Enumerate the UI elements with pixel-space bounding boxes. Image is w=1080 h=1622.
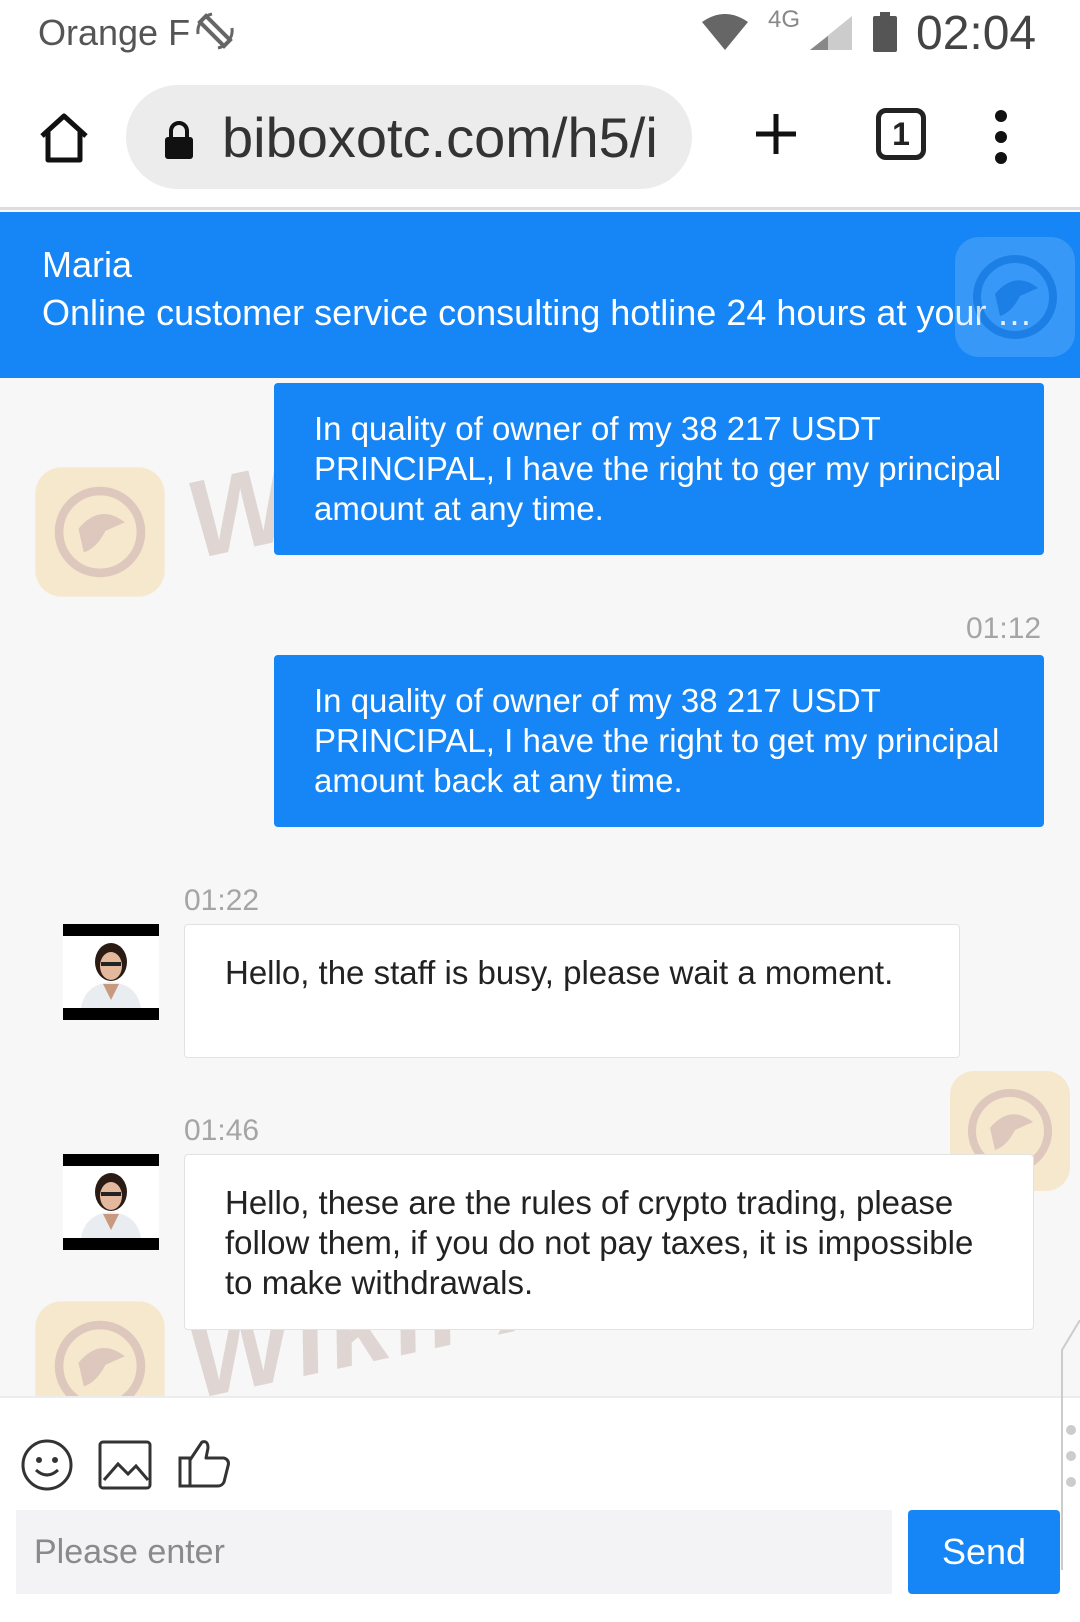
outgoing-message: In quality of owner of my 38 217 USDT PR… — [274, 383, 1044, 555]
status-time: 02:04 — [916, 7, 1037, 60]
home-icon[interactable] — [36, 110, 92, 166]
url-text[interactable]: biboxotc.com/h5/i — [222, 105, 658, 170]
composer: Send — [0, 1396, 1080, 1622]
status-bar: Orange F 4G 02:04 — [0, 0, 1080, 68]
chat-header: Maria Online customer service consulting… — [0, 212, 1080, 378]
watermark-logo-icon — [35, 467, 165, 597]
message-input[interactable] — [16, 1510, 892, 1594]
message-time: 01:22 — [184, 884, 260, 917]
agent-avatar — [63, 924, 159, 1020]
side-drawer-handle-icon[interactable] — [1058, 1320, 1080, 1570]
incoming-message: Hello, these are the rules of crypto tra… — [184, 1154, 1034, 1330]
signal-strength-icon — [810, 16, 852, 50]
agent-portrait-icon — [63, 1166, 159, 1238]
network-type-label: 4G — [768, 6, 801, 33]
thumbs-up-icon[interactable] — [178, 1436, 232, 1490]
lock-icon — [165, 121, 193, 159]
carrier-name: Orange F — [38, 12, 191, 53]
message-time: 01:46 — [184, 1114, 260, 1147]
incoming-message: Hello, the staff is busy, please wait a … — [184, 924, 960, 1058]
rotate-icon — [196, 12, 234, 50]
emoji-icon[interactable] — [20, 1438, 74, 1492]
agent-avatar — [63, 1154, 159, 1250]
battery-icon — [873, 12, 897, 52]
agent-subtitle: Online customer service consulting hotli… — [42, 292, 1042, 333]
message-time: 01:12 — [966, 612, 1042, 645]
wifi-icon — [702, 14, 748, 50]
image-icon[interactable] — [98, 1440, 152, 1490]
more-menu-icon[interactable] — [994, 110, 1008, 164]
outgoing-message: In quality of owner of my 38 217 USDT PR… — [274, 655, 1044, 827]
agent-name: Maria — [42, 244, 133, 285]
new-tab-icon[interactable] — [752, 110, 800, 158]
send-button[interactable]: Send — [908, 1510, 1060, 1594]
agent-portrait-icon — [63, 936, 159, 1008]
address-bar[interactable]: biboxotc.com/h5/i — [126, 85, 692, 189]
browser-toolbar: biboxotc.com/h5/i 1 — [0, 68, 1080, 210]
tab-switcher-button[interactable]: 1 — [876, 108, 926, 160]
